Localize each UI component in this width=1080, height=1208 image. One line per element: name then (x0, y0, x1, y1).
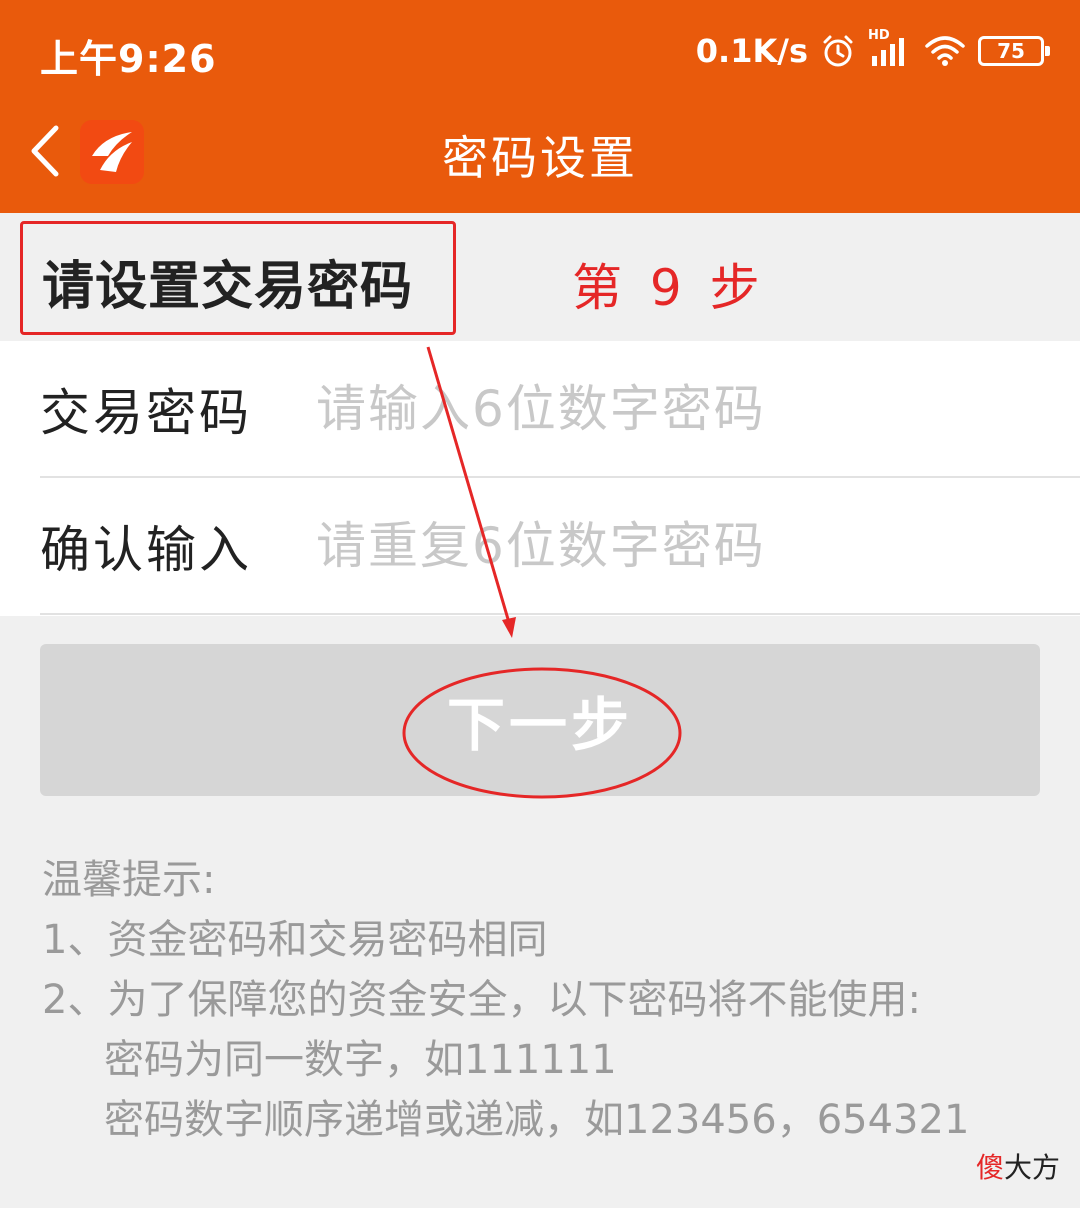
tips-title: 温馨提示: (42, 857, 216, 903)
trade-password-row: 交易密码 (40, 341, 1080, 478)
alarm-icon (820, 33, 856, 69)
next-step-button[interactable]: 下一步 (40, 644, 1040, 796)
battery-icon: 75 (978, 36, 1050, 66)
tips-block: 温馨提示: 1、资金密码和交易密码相同 2、为了保障您的资金安全，以下密码将不能… (42, 850, 1052, 1150)
trade-password-label: 交易密码 (40, 383, 252, 442)
watermark-part-1: 傻 (975, 1151, 1004, 1184)
step-annotation: 第 9 步 (572, 259, 766, 317)
signal-icon: HD (868, 28, 912, 68)
tips-line-2: 2、为了保障您的资金安全，以下密码将不能使用: (42, 977, 921, 1023)
top-bar: 上午9:26 0.1K/s HD 75 密码设置 (0, 0, 1080, 213)
watermark: 傻大方 (976, 1146, 1060, 1186)
annotation-arrow-head (502, 617, 516, 638)
status-time: 上午9:26 (40, 37, 217, 81)
trade-password-input[interactable] (316, 341, 1080, 476)
annotation-highlight-box (20, 221, 456, 335)
wifi-icon (924, 34, 966, 68)
net-speed: 0.1K/s (695, 32, 808, 70)
password-form: 交易密码 确认输入 (0, 341, 1080, 616)
tips-line-1: 1、资金密码和交易密码相同 (42, 917, 548, 963)
tips-line-4: 密码数字顺序递增或递减，如123456，654321 (104, 1097, 970, 1143)
watermark-part-2: 大方 (1003, 1151, 1060, 1184)
confirm-password-label: 确认输入 (40, 520, 252, 579)
confirm-password-input[interactable] (316, 478, 1080, 613)
page-title: 密码设置 (442, 131, 638, 185)
network-badge: HD (868, 28, 890, 43)
tips-line-3: 密码为同一数字，如111111 (104, 1037, 617, 1083)
status-icons: 0.1K/s HD 75 (695, 28, 1050, 74)
confirm-password-row: 确认输入 (40, 478, 1080, 615)
